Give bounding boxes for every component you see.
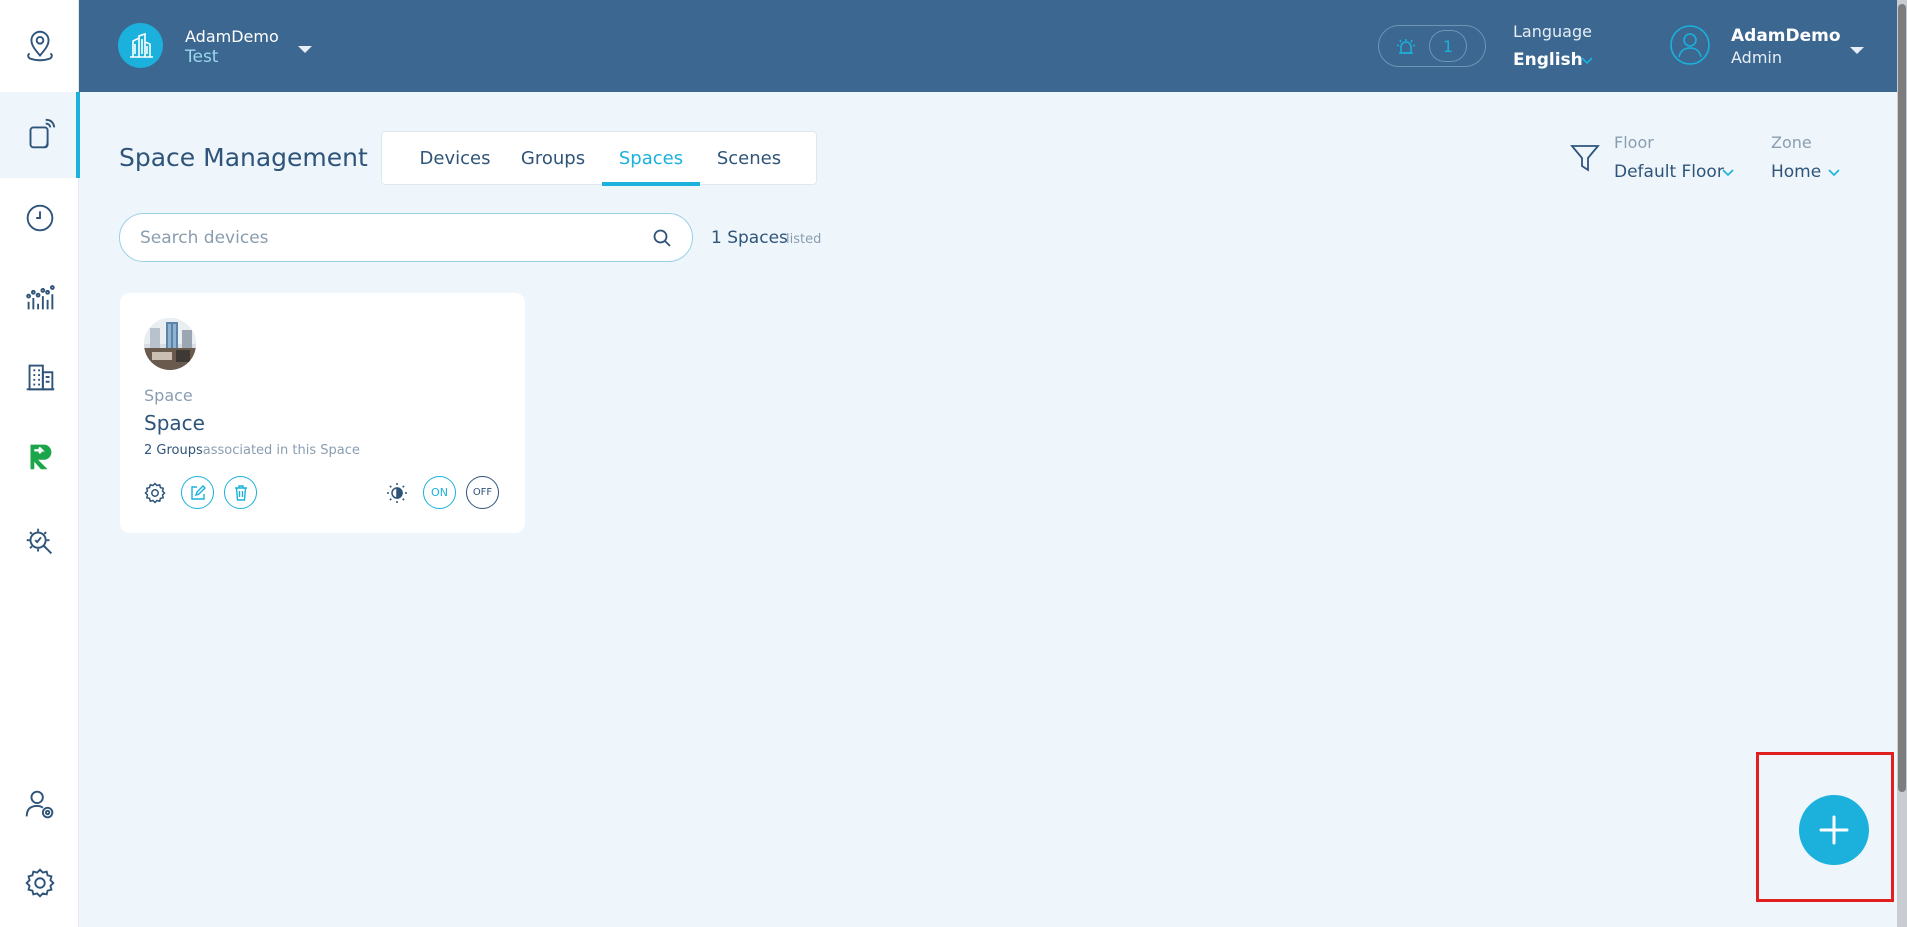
tab-spaces[interactable]: Spaces	[602, 132, 700, 186]
space-type: Space	[144, 386, 193, 405]
language-select[interactable]: English	[1513, 50, 1583, 70]
spaces-count-suffix: listed	[786, 232, 822, 247]
spaces-count: 1 Spaces	[711, 228, 788, 248]
management-tabs: Devices Groups Spaces Scenes	[381, 131, 817, 186]
space-card[interactable]: Space Space 2 Groupsassociated in this S…	[120, 293, 525, 533]
clock-icon	[26, 204, 53, 232]
sidebar-item-analytics[interactable]	[0, 268, 79, 328]
scrollbar-thumb[interactable]	[1898, 4, 1906, 792]
chevron-down-icon[interactable]	[1826, 164, 1842, 180]
search-input[interactable]	[140, 214, 640, 261]
chevron-down-icon[interactable]	[1720, 164, 1736, 180]
space-name: Space	[144, 411, 205, 435]
sidebar-item-devices[interactable]	[0, 92, 80, 178]
sidebar-item-schedule[interactable]	[0, 188, 79, 248]
chevron-down-icon[interactable]	[1579, 52, 1595, 68]
search-box	[119, 213, 693, 262]
trash-icon	[234, 484, 247, 501]
org-dropdown-caret[interactable]	[298, 46, 312, 53]
building-icon	[26, 364, 54, 391]
org-site: Test	[185, 47, 219, 67]
space-dimmer-button[interactable]	[380, 476, 413, 509]
diagnostics-icon	[26, 528, 52, 555]
page-title: Space Management	[119, 143, 368, 172]
search-icon[interactable]	[652, 228, 672, 248]
sidebar-item-settings[interactable]	[0, 853, 79, 913]
space-groups-count: 2 Groups	[144, 443, 203, 458]
language-label: Language	[1513, 22, 1592, 41]
top-header: AdamDemo Test 1 Language English AdamDem…	[79, 0, 1897, 92]
org-logo	[118, 23, 163, 68]
sidebar-item-diagnostics[interactable]	[0, 508, 79, 578]
sidebar-item-map[interactable]	[0, 14, 79, 78]
tab-groups[interactable]: Groups	[504, 132, 602, 184]
alarm-count: 1	[1429, 30, 1467, 62]
space-avatar	[144, 318, 196, 370]
floor-label: Floor	[1614, 133, 1654, 152]
sidebar-item-r-app[interactable]	[0, 426, 79, 486]
space-settings-button[interactable]	[138, 476, 171, 509]
sidebar	[0, 0, 80, 927]
r-logo-icon	[30, 444, 51, 470]
devices-icon	[29, 118, 55, 149]
filter-icon[interactable]	[1570, 142, 1600, 174]
brightness-icon	[386, 482, 407, 503]
org-name: AdamDemo	[185, 27, 279, 46]
user-settings-icon	[25, 790, 53, 819]
user-role: Admin	[1731, 48, 1782, 67]
map-pin-icon	[26, 30, 53, 62]
tab-devices[interactable]: Devices	[406, 132, 504, 184]
edit-icon	[190, 484, 206, 500]
space-on-button[interactable]: ON	[423, 476, 456, 509]
gear-icon	[143, 481, 166, 504]
tab-scenes[interactable]: Scenes	[700, 132, 798, 184]
user-avatar-icon[interactable]	[1669, 24, 1711, 66]
alarm-icon	[1396, 39, 1416, 54]
sidebar-item-buildings[interactable]	[0, 347, 79, 407]
space-delete-button[interactable]	[224, 476, 257, 509]
space-edit-button[interactable]	[181, 476, 214, 509]
space-groups-text: associated in this Space	[202, 443, 360, 458]
floor-select[interactable]: Default Floor	[1614, 162, 1724, 182]
app-frame: AdamDemo Test 1 Language English AdamDem…	[0, 0, 1897, 927]
alarm-indicator[interactable]: 1	[1378, 25, 1486, 67]
sidebar-item-user-settings[interactable]	[0, 774, 79, 834]
org-building-icon	[129, 32, 153, 58]
plus-icon	[1819, 815, 1849, 845]
zone-label: Zone	[1771, 133, 1812, 152]
zone-select[interactable]: Home	[1771, 162, 1821, 182]
analytics-icon	[25, 285, 55, 310]
gear-icon	[24, 868, 55, 898]
user-name: AdamDemo	[1731, 26, 1841, 46]
space-off-button[interactable]: OFF	[466, 476, 499, 509]
space-groups-info: 2 Groupsassociated in this Space	[144, 443, 360, 458]
space-photo-icon	[144, 318, 196, 370]
add-space-button[interactable]	[1799, 795, 1869, 865]
user-menu-caret[interactable]	[1850, 47, 1864, 54]
